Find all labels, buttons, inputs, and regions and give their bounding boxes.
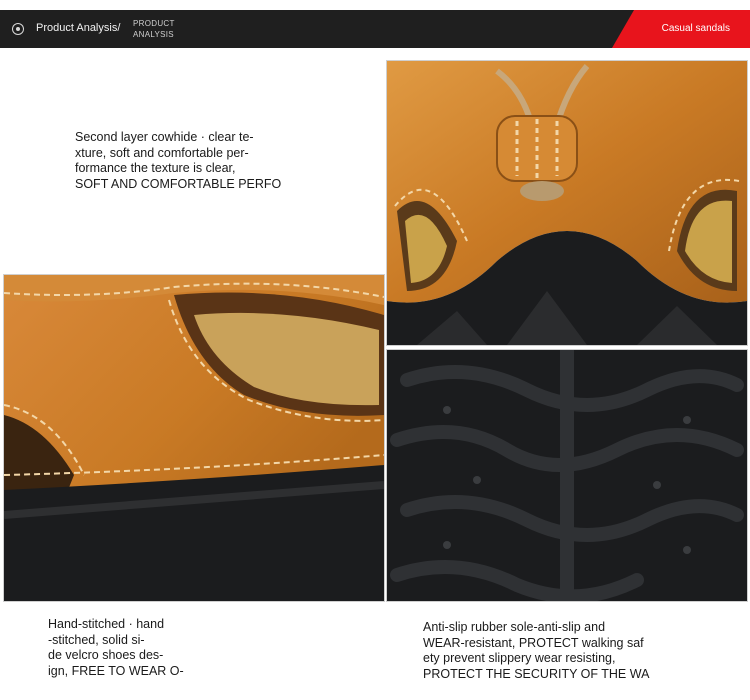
subtitle-line-1: PRODUCT (133, 19, 175, 28)
bullet-icon (13, 24, 23, 34)
subtitle-line-2: ANALYSIS (133, 30, 174, 39)
stitching-closeup-image (3, 274, 385, 602)
outsole-tread-image (386, 349, 748, 602)
category-badge-label: Casual sandals (661, 23, 730, 34)
section-title: Product Analysis/ (36, 22, 121, 34)
toe-closeup-image (386, 60, 748, 346)
section-subtitle: PRODUCT ANALYSIS (133, 18, 175, 40)
sole-description: Anti-slip rubber sole-anti-slip and WEAR… (423, 620, 650, 681)
stitching-description: Hand-stitched · hand -stitched, solid si… (48, 617, 184, 681)
leather-description: Second layer cowhide · clear te- xture, … (75, 130, 282, 191)
header-bar: Product Analysis/ PRODUCT ANALYSIS Casua… (0, 10, 750, 48)
category-badge: Casual sandals (612, 10, 750, 48)
